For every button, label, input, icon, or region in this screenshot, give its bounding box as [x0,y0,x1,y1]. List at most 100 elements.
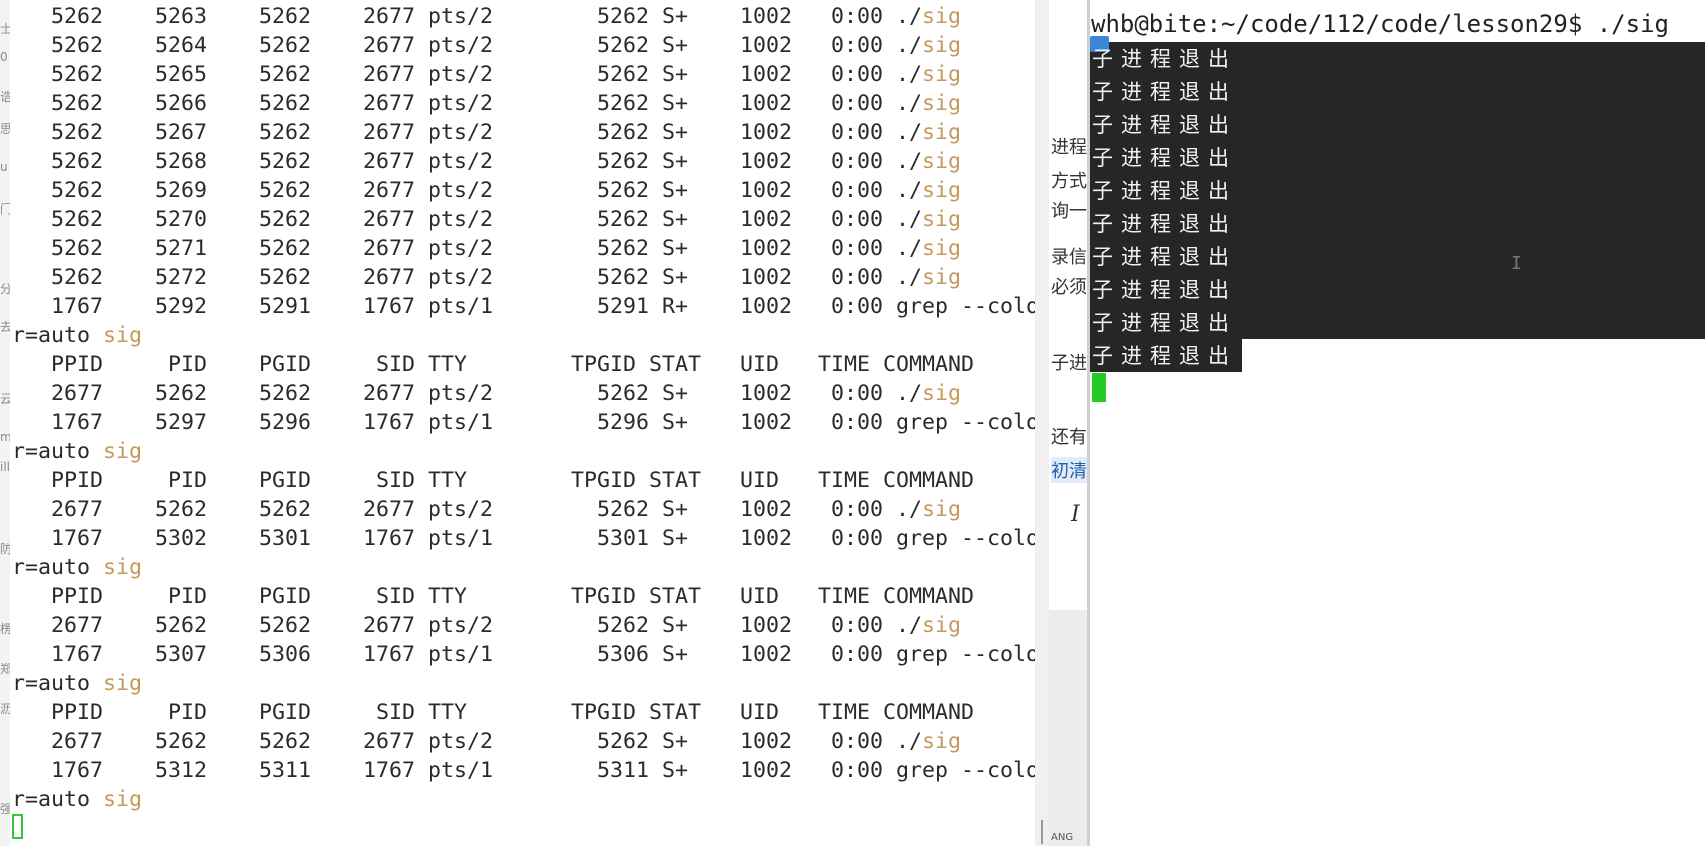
line-text: 5262 5268 5262 2677 pts/2 5262 S+ 1002 0… [12,149,923,174]
grep-match-highlight: sig [922,729,962,754]
background-document-window: 进程 方式, 询一 录信号 必须 子进 还有 初清 I ANG [1049,0,1087,846]
line-text: 1767 5312 5311 1767 pts/1 5311 S+ 1002 0… [12,758,1035,783]
grep-match-highlight: sig [922,62,962,87]
terminal-line: 2677 5262 5262 2677 pts/2 5262 S+ 1002 0… [12,611,961,640]
line-text: PPID PID PGID SID TTY TPGID STAT UID TIM… [12,700,975,725]
doc-fragment: 必须 [1051,277,1087,298]
line-text: PPID PID PGID SID TTY TPGID STAT UID TIM… [12,468,975,493]
grep-match-highlight: sig [103,555,143,580]
terminal-line: r=auto sig [12,785,142,814]
doc-fragment-selected: 初清 [1051,457,1087,483]
terminal-line: r=auto sig [12,321,142,350]
terminal-line: 2677 5262 5262 2677 pts/2 5262 S+ 1002 0… [12,495,961,524]
doc-fragment: 方式, [1051,171,1087,192]
terminal-line: PPID PID PGID SID TTY TPGID STAT UID TIM… [12,698,974,727]
grep-match-highlight: sig [103,439,143,464]
line-text: 2677 5262 5262 2677 pts/2 5262 S+ 1002 0… [12,613,923,638]
terminal-line: 1767 5312 5311 1767 pts/1 5311 S+ 1002 0… [12,756,1035,785]
output-line: 子进程退出 [1092,80,1237,104]
output-line: 子进程退出 [1092,344,1237,368]
text-ibeam-cursor-icon: I [1511,253,1522,274]
left-terminal-scrollbar[interactable] [1035,0,1049,846]
left-terminal[interactable]: 5262 5263 5262 2677 pts/2 5262 S+ 1002 0… [10,0,1035,846]
terminal-line: 5262 5271 5262 2677 pts/2 5262 S+ 1002 0… [12,234,961,263]
output-line: 子进程退出 [1092,245,1237,269]
grep-match-highlight: sig [922,91,962,116]
terminal-line: 5262 5272 5262 2677 pts/2 5262 S+ 1002 0… [12,263,961,292]
line-text: PPID PID PGID SID TTY TPGID STAT UID TIM… [12,584,975,609]
terminal-line: r=auto sig [12,669,142,698]
line-text: 5262 5265 5262 2677 pts/2 5262 S+ 1002 0… [12,62,923,87]
terminal-line: 1767 5302 5301 1767 pts/1 5301 S+ 1002 0… [12,524,1035,553]
terminal-line: PPID PID PGID SID TTY TPGID STAT UID TIM… [12,466,974,495]
line-text: 1767 5297 5296 1767 pts/1 5296 S+ 1002 0… [12,410,1035,435]
line-text: 1767 5302 5301 1767 pts/1 5301 S+ 1002 0… [12,526,1035,551]
doc-fragment: ANG [1051,832,1074,843]
output-line: 子进程退出 [1092,146,1237,170]
terminal-line: 5262 5270 5262 2677 pts/2 5262 S+ 1002 0… [12,205,961,234]
terminal-line: 1767 5292 5291 1767 pts/1 5291 R+ 1002 0… [12,292,1035,321]
line-text: 5262 5270 5262 2677 pts/2 5262 S+ 1002 0… [12,207,923,232]
line-text: r=auto [12,555,104,580]
grep-match-highlight: sig [922,33,962,58]
grep-match-highlight: sig [922,149,962,174]
terminal-line: 2677 5262 5262 2677 pts/2 5262 S+ 1002 0… [12,727,961,756]
scrollbar-thumb[interactable] [1041,820,1043,844]
line-text: 5262 5272 5262 2677 pts/2 5262 S+ 1002 0… [12,265,923,290]
right-terminal[interactable]: whb@bite:~/code/112/code/lesson29$ ./sig… [1090,0,1705,846]
terminal-cursor [12,814,23,839]
terminal-line: PPID PID PGID SID TTY TPGID STAT UID TIM… [12,350,974,379]
line-text: r=auto [12,439,104,464]
terminal-line: PPID PID PGID SID TTY TPGID STAT UID TIM… [12,582,974,611]
grep-match-highlight: sig [922,236,962,261]
grep-match-highlight: sig [103,671,143,696]
terminal-line: 1767 5297 5296 1767 pts/1 5296 S+ 1002 0… [12,408,1035,437]
terminal-line: r=auto sig [12,437,142,466]
line-text: 5262 5271 5262 2677 pts/2 5262 S+ 1002 0… [12,236,923,261]
terminal-line: 1767 5307 5306 1767 pts/1 5306 S+ 1002 0… [12,640,1035,669]
output-line: 子进程退出 [1092,278,1237,302]
terminal-line: 5262 5266 5262 2677 pts/2 5262 S+ 1002 0… [12,89,961,118]
grep-match-highlight: sig [103,787,143,812]
doc-fragment: 询一 [1051,201,1087,222]
terminal-line: r=auto sig [12,553,142,582]
terminal-line: 5262 5267 5262 2677 pts/2 5262 S+ 1002 0… [12,118,961,147]
grep-match-highlight: sig [922,178,962,203]
line-text: 5262 5269 5262 2677 pts/2 5262 S+ 1002 0… [12,178,923,203]
doc-fragment: 还有 [1051,427,1087,448]
output-line: 子进程退出 [1092,47,1237,71]
terminal-line: 5262 5263 5262 2677 pts/2 5262 S+ 1002 0… [12,2,961,31]
line-text: PPID PID PGID SID TTY TPGID STAT UID TIM… [12,352,975,377]
grep-match-highlight: sig [922,4,962,29]
output-line: 子进程退出 [1092,179,1237,203]
terminal-line: 5262 5269 5262 2677 pts/2 5262 S+ 1002 0… [12,176,961,205]
terminal-line: 5262 5264 5262 2677 pts/2 5262 S+ 1002 0… [12,31,961,60]
grep-match-highlight: sig [103,323,143,348]
line-text: r=auto [12,787,104,812]
line-text: 2677 5262 5262 2677 pts/2 5262 S+ 1002 0… [12,729,923,754]
output-line: 子进程退出 [1092,113,1237,137]
terminal-line: 2677 5262 5262 2677 pts/2 5262 S+ 1002 0… [12,379,961,408]
terminal-line: 5262 5265 5262 2677 pts/2 5262 S+ 1002 0… [12,60,961,89]
line-text: r=auto [12,323,104,348]
line-text: 5262 5263 5262 2677 pts/2 5262 S+ 1002 0… [12,4,923,29]
line-text: 2677 5262 5262 2677 pts/2 5262 S+ 1002 0… [12,497,923,522]
doc-lower-area [1049,610,1087,846]
line-text: 2677 5262 5262 2677 pts/2 5262 S+ 1002 0… [12,381,923,406]
grep-match-highlight: sig [922,381,962,406]
line-text: 5262 5266 5262 2677 pts/2 5262 S+ 1002 0… [12,91,923,116]
line-text: 1767 5307 5306 1767 pts/1 5306 S+ 1002 0… [12,642,1035,667]
output-line: 子进程退出 [1092,311,1237,335]
grep-match-highlight: sig [922,497,962,522]
italic-format-icon[interactable]: I [1071,502,1080,527]
grep-match-highlight: sig [922,265,962,290]
grep-match-highlight: sig [922,207,962,232]
line-text: 5262 5264 5262 2677 pts/2 5262 S+ 1002 0… [12,33,923,58]
terminal-cursor [1092,373,1106,402]
output-line: 子进程退出 [1092,212,1237,236]
line-text: 1767 5292 5291 1767 pts/1 5291 R+ 1002 0… [12,294,1035,319]
doc-fragment: 进程 [1051,137,1087,158]
shell-prompt: whb@bite:~/code/112/code/lesson29$ ./sig [1091,10,1669,38]
line-text: r=auto [12,671,104,696]
doc-fragment: 录信号 [1051,247,1087,268]
